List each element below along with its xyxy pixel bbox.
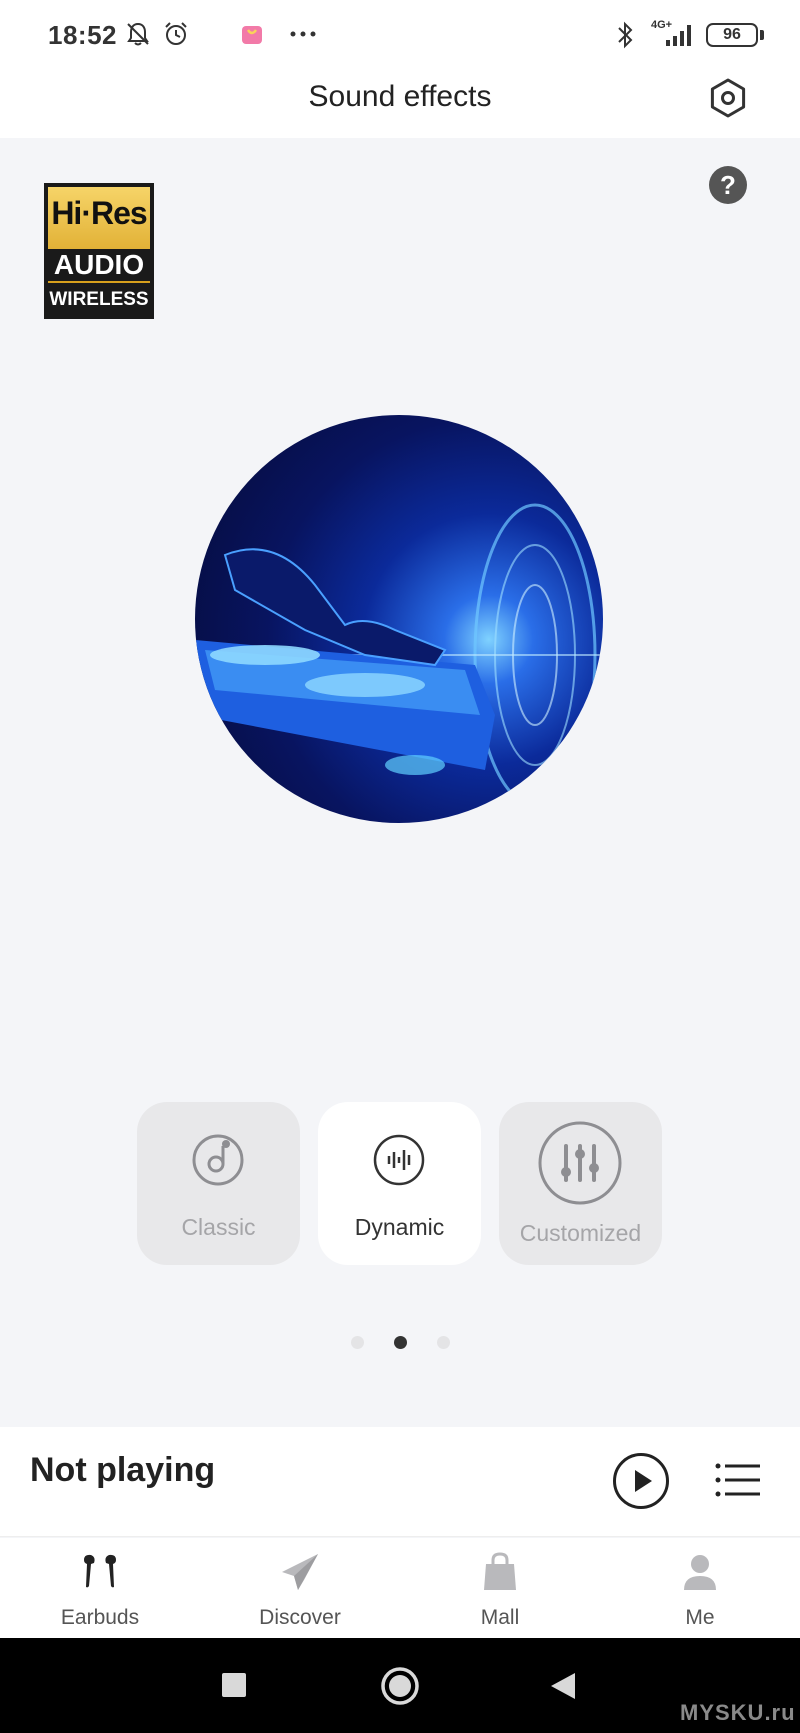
mode-label-dynamic: Dynamic [354,1214,445,1240]
header: Sound effects [0,70,800,138]
tab-label-discover: Discover [259,1606,341,1629]
pager-dot[interactable] [350,1336,364,1349]
battery-icon: 96 [706,23,758,47]
artwork-illustration [195,503,603,807]
recents-square-icon[interactable] [221,1672,247,1698]
tab-discover[interactable]: Discover [200,1538,400,1638]
hi-res-badge-top: Hi·Res AUDIO [48,187,150,283]
earbuds-icon [84,1554,116,1588]
mode-label-customized: Customized [519,1220,642,1246]
badge-line1: Hi·Res [51,195,147,231]
tab-label-me: Me [685,1606,715,1629]
bluetooth-icon [618,21,633,49]
tab-me[interactable]: Me [600,1538,800,1638]
battery-tip [760,30,764,40]
home-circle-icon[interactable] [380,1666,420,1706]
badge-line2: AUDIO [48,249,150,281]
more-dots-icon [290,31,316,37]
sound-mode-selector: Classic Dynamic Customized [137,1102,663,1265]
settings-hexagon-icon[interactable] [706,76,750,120]
paper-plane-icon [282,1554,318,1590]
tab-label-mall: Mall [480,1606,520,1629]
waveform-icon [373,1134,425,1186]
mode-card-classic[interactable]: Classic [137,1102,300,1265]
page-title: Sound effects [308,80,492,113]
back-triangle-icon[interactable] [549,1671,577,1701]
person-icon [684,1555,716,1590]
mode-label-classic: Classic [181,1214,256,1240]
shopping-bag-icon [484,1552,516,1590]
hi-res-audio-badge: Hi·Res AUDIO WIRELESS [44,183,154,319]
watermark: MYSKU.ru [680,1700,796,1725]
pager-dot-active[interactable] [393,1336,407,1349]
mode-card-customized[interactable]: Customized [499,1102,662,1265]
mode-card-dynamic[interactable]: Dynamic [318,1102,481,1265]
playlist-icon[interactable] [714,1460,762,1500]
tab-mall[interactable]: Mall [400,1538,600,1638]
tab-earbuds[interactable]: Earbuds [0,1538,200,1638]
bottom-tab-bar: Earbuds Discover Mall Me [0,1538,800,1638]
alarm-icon [165,22,187,45]
badge-line3: WIRELESS [49,289,149,310]
status-time: 18:52 [48,20,117,50]
status-bar: 18:52 4G+ 96 [0,0,800,70]
shopping-bag-app-icon [242,26,262,44]
mini-player: Not playing [0,1427,800,1537]
pager-dot[interactable] [436,1336,450,1349]
equalizer-icon [538,1121,622,1205]
help-icon[interactable]: ? [709,166,747,204]
player-status: Not playing [30,1451,216,1489]
tab-label-earbuds: Earbuds [60,1606,140,1629]
pager-dots [0,1336,800,1350]
play-icon[interactable] [612,1452,670,1510]
bell-off-icon [127,22,149,46]
music-note-icon [192,1134,244,1186]
dj-turntable-artwork [195,415,603,823]
signal-icon [666,25,691,46]
